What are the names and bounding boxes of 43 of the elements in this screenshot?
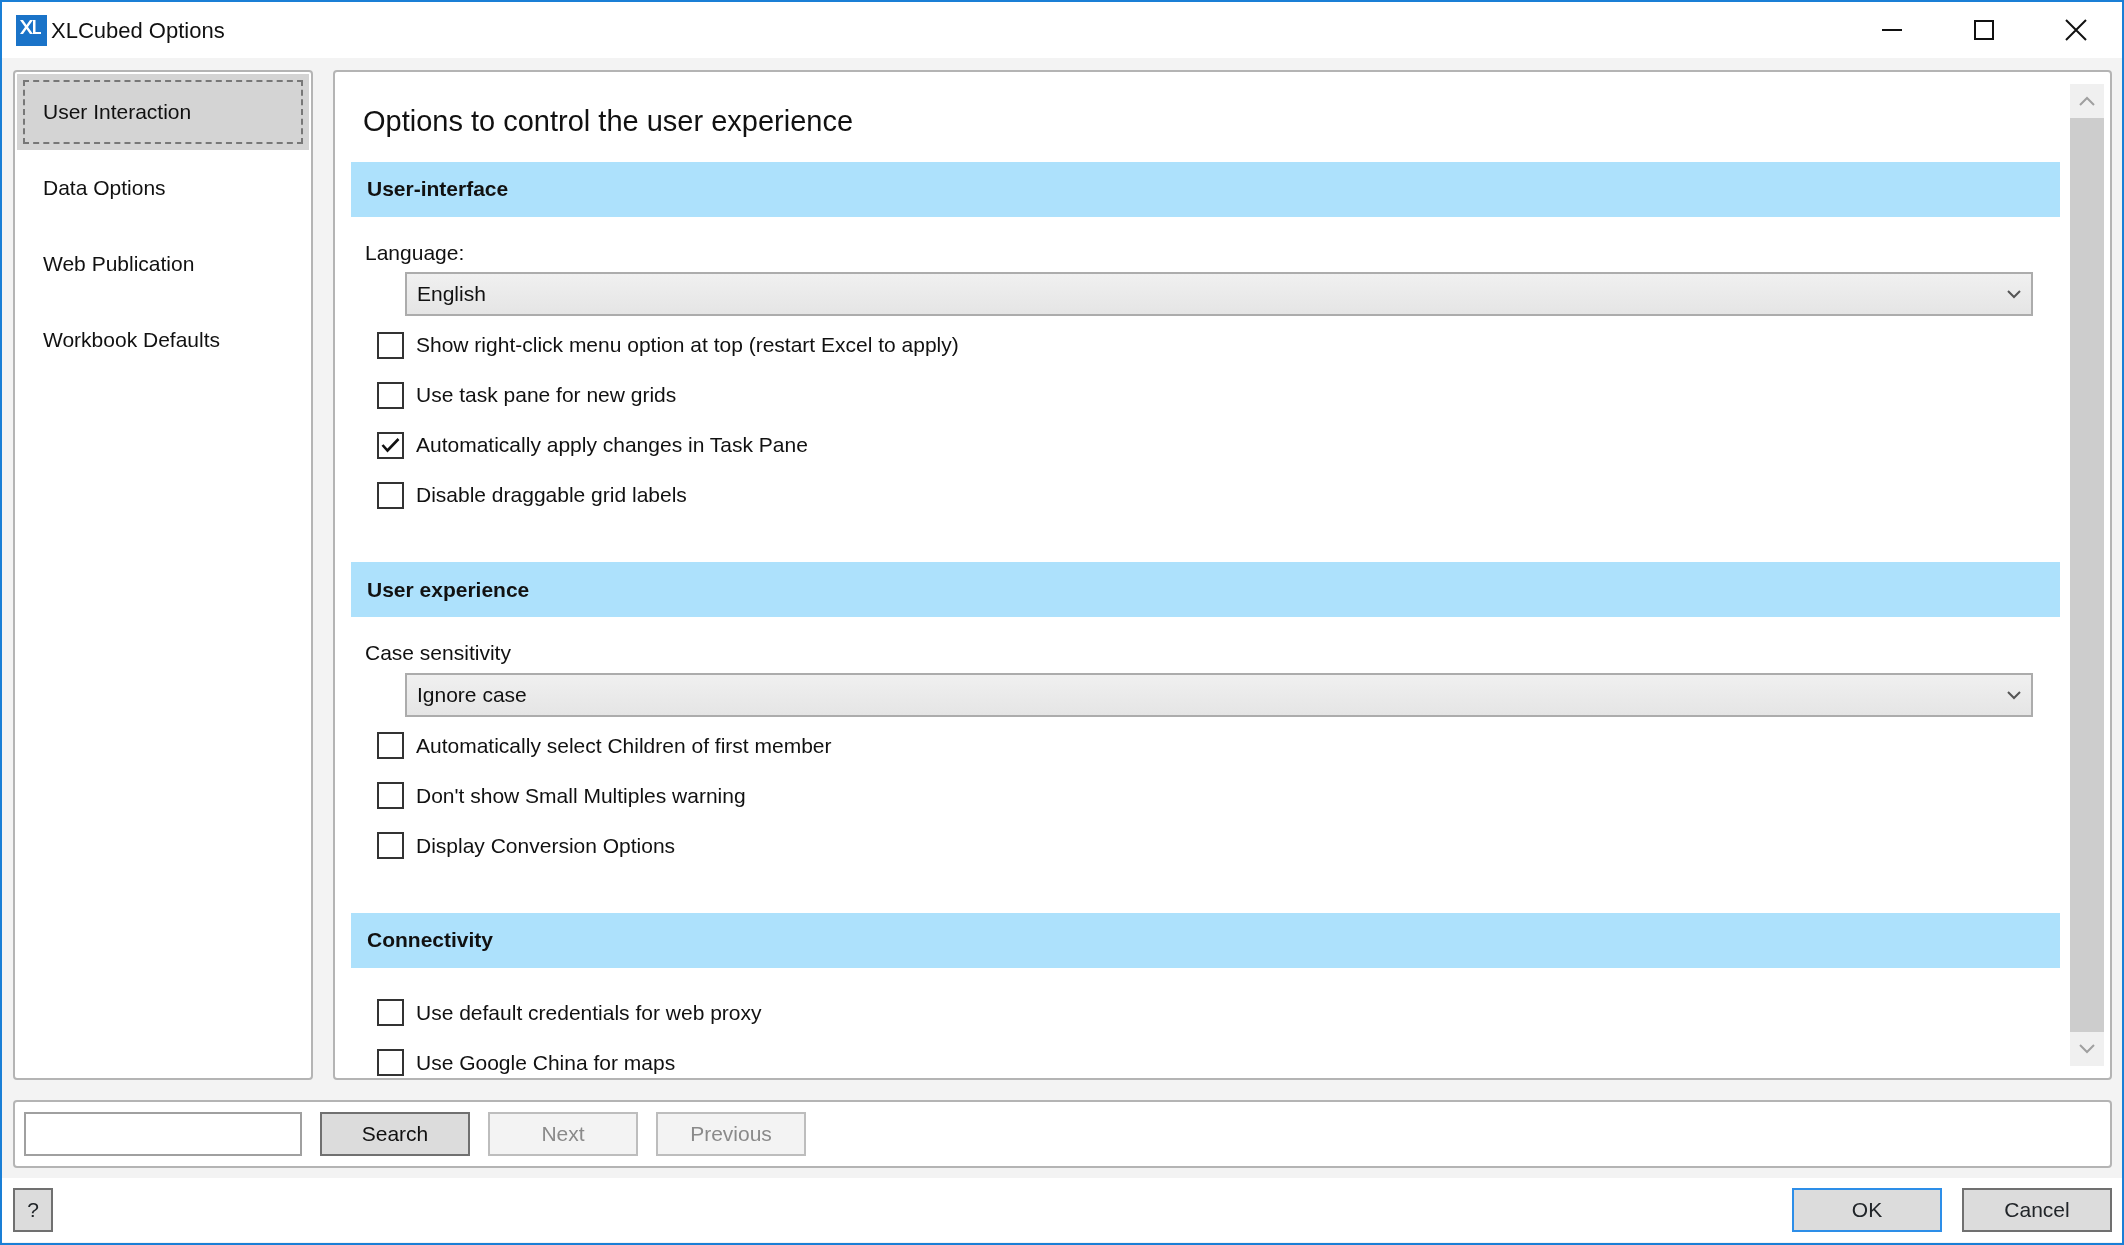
- dropdown[interactable]: Ignore case: [405, 672, 2033, 717]
- sidebar-item[interactable]: Workbook Defaults: [17, 302, 309, 378]
- checkbox[interactable]: [377, 481, 404, 509]
- field-label: Case sensitivity: [365, 640, 511, 666]
- window-title: XLCubed Options: [51, 16, 225, 45]
- chevron-down-icon: [2007, 289, 2021, 299]
- field-label: Language:: [365, 239, 465, 266]
- chevron-down-icon: [2007, 689, 2021, 700]
- checkbox[interactable]: [377, 782, 404, 809]
- sidebar-item[interactable]: Data Options: [17, 150, 309, 226]
- checkbox-label: Use default credentials for web proxy: [416, 999, 762, 1026]
- logo-icon: [16, 14, 47, 46]
- checkbox[interactable]: [377, 732, 404, 759]
- dropdown[interactable]: English: [405, 272, 2033, 316]
- checkbox-label: Use Google China for maps: [416, 1049, 676, 1076]
- checkbox-label: Don't show Small Multiples warning: [416, 782, 746, 809]
- search-bar-button[interactable]: Search: [320, 1112, 470, 1156]
- section-header: User-interface: [351, 161, 2060, 217]
- checkbox[interactable]: [377, 999, 404, 1026]
- checkbox-label: Automatically apply changes in Task Pane: [416, 432, 808, 459]
- sidebar-item[interactable]: User Interaction: [17, 74, 309, 150]
- dialog-button[interactable]: OK: [1792, 1188, 1942, 1232]
- section-header: User experience: [351, 562, 2060, 617]
- maximize-icon[interactable]: [1973, 19, 1995, 41]
- page-heading: Options to control the user experience: [363, 104, 854, 139]
- checkbox-label: Display Conversion Options: [416, 832, 676, 859]
- checkbox-label: Use task pane for new grids: [416, 382, 677, 409]
- search-field[interactable]: [24, 1112, 302, 1156]
- checkbox[interactable]: [377, 431, 404, 459]
- checkbox-label: Disable draggable grid labels: [416, 482, 687, 509]
- close-icon[interactable]: [2065, 19, 2087, 41]
- checkbox[interactable]: [377, 331, 404, 359]
- help-button[interactable]: ?: [13, 1188, 53, 1232]
- checkbox-label: Show right-click menu option at top (restart Excel to apply): [416, 332, 959, 359]
- dropdown-value: English: [417, 281, 486, 308]
- section-header: Connectivity: [351, 912, 2060, 968]
- dropdown-value: Ignore case: [417, 681, 527, 708]
- sidebar-item[interactable]: Web Publication: [17, 226, 309, 302]
- checkbox-label: Automatically select Children of first member: [416, 732, 832, 759]
- dialog-button[interactable]: Cancel: [1962, 1188, 2112, 1232]
- checkbox[interactable]: [377, 381, 404, 409]
- checkbox[interactable]: [377, 1049, 404, 1076]
- checkbox[interactable]: [377, 832, 404, 859]
